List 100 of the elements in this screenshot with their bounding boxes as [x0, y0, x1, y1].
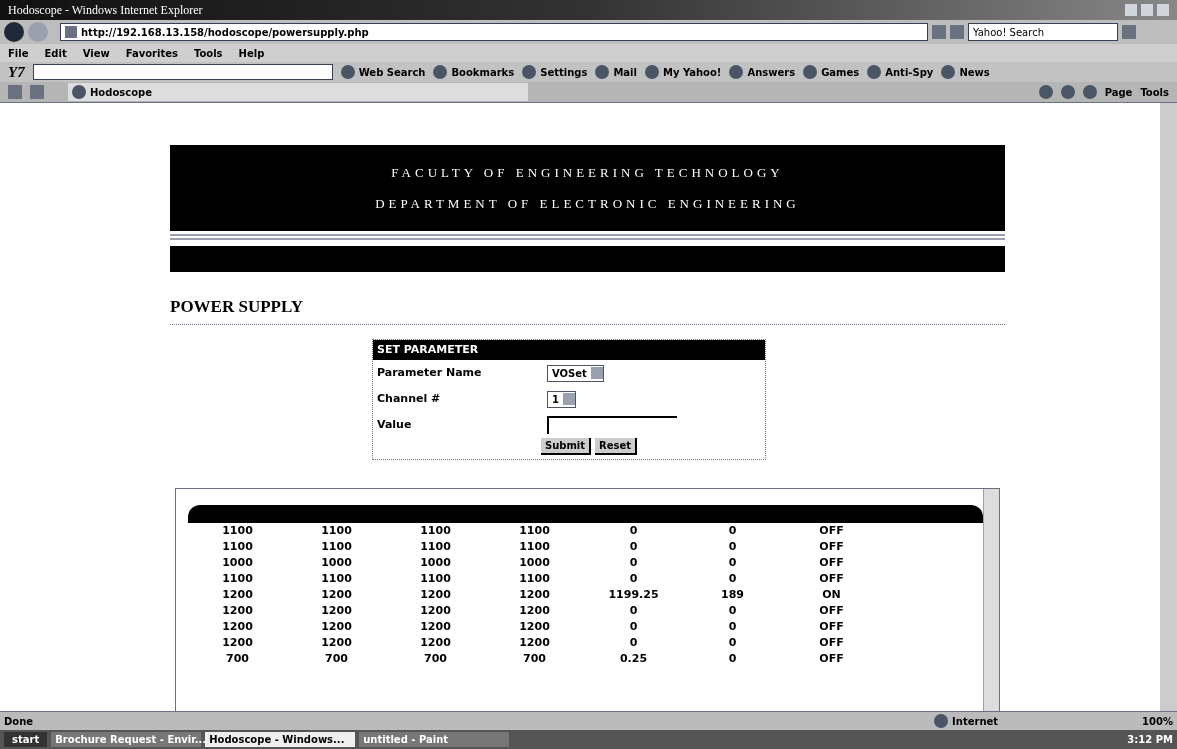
zone-text: Internet: [952, 714, 999, 729]
toolbar-item[interactable]: Mail: [613, 64, 637, 80]
table-cell-text: 1100: [320, 522, 353, 539]
table-cell-text: 1200: [518, 586, 551, 603]
start-button[interactable]: start: [4, 732, 48, 747]
table-cell-text: 1100: [221, 522, 254, 539]
table-cell-text: 1100: [320, 570, 353, 587]
field-label: Parameter Name: [377, 364, 483, 381]
command-button[interactable]: Tools: [1140, 84, 1169, 100]
menu-item[interactable]: File: [8, 45, 29, 61]
table-cell-text: 1200: [221, 618, 254, 635]
page-title: POWER SUPPLY: [170, 294, 1005, 325]
table-cell-text: 0: [727, 650, 738, 667]
form-button[interactable]: Submit: [540, 438, 592, 455]
command-button[interactable]: Page: [1104, 84, 1133, 100]
table-cell-text: 1100: [518, 570, 551, 587]
field-label: Value: [377, 416, 413, 433]
table-cell-text: 1200: [518, 602, 551, 619]
table-cell-text: 1100: [221, 538, 254, 555]
table-cell-text: 1000: [419, 554, 452, 571]
table-cell-text: OFF: [818, 570, 845, 587]
toolbar-logo[interactable]: Y7: [8, 60, 25, 84]
table-cell-text: 1200: [419, 634, 452, 651]
menu-item[interactable]: Favorites: [125, 45, 178, 61]
table-cell-text: 700: [324, 650, 349, 667]
table-cell-text: 1000: [221, 554, 254, 571]
table-cell-text: 0: [628, 618, 639, 635]
window-title: Hodoscope - Windows Internet Explorer: [8, 2, 203, 19]
table-cell-text: 700: [522, 650, 547, 667]
menu-item[interactable]: View: [82, 45, 110, 61]
select-field[interactable]: 1: [547, 390, 576, 408]
toolbar-item[interactable]: Anti-Spy: [885, 64, 934, 80]
table-cell-text: 1000: [320, 554, 353, 571]
menu-item[interactable]: Help: [238, 45, 265, 61]
form-title: SET PARAMETER: [373, 339, 765, 360]
status-text: Done: [4, 714, 34, 729]
table-cell-text: 0: [727, 554, 738, 571]
table-scrollbar[interactable]: [983, 489, 999, 711]
taskbar-button[interactable]: untitled - Paint: [359, 732, 510, 747]
toolbar-item[interactable]: Answers: [747, 64, 796, 80]
table-cell-text: 1200: [419, 602, 452, 619]
table-cell-text: 0: [727, 522, 738, 539]
page-scrollbar[interactable]: [1160, 103, 1177, 711]
address-field[interactable]: http://192.168.13.158/hodoscope/powersupply.php: [60, 23, 928, 41]
table-cell-text: 1199.25: [607, 586, 660, 603]
menu-item[interactable]: Edit: [44, 45, 67, 61]
table-cell-text: 0: [628, 602, 639, 619]
table-cell-text: 1100: [419, 538, 452, 555]
toolbar-item[interactable]: Settings: [540, 64, 588, 80]
menu-item[interactable]: Tools: [193, 45, 223, 61]
browser-tab[interactable]: Hodoscope: [68, 83, 528, 101]
header-text: FACULTY OF ENGINEERING TECHNOLOGY: [391, 163, 784, 182]
table-cell-text: 1100: [518, 538, 551, 555]
header-text: DEPARTMENT OF ELECTRONIC ENGINEERING: [375, 195, 800, 213]
table-cell-text: 0: [727, 538, 738, 555]
toolbar-item[interactable]: My Yahoo!: [662, 64, 722, 80]
form-button[interactable]: Reset: [595, 438, 638, 455]
table-cell-text: 1100: [419, 522, 452, 539]
table-cell-text: 0: [628, 634, 639, 651]
table-cell-text: 1200: [518, 634, 551, 651]
table-cell-text: OFF: [818, 522, 845, 539]
search-field[interactable]: Yahoo! Search: [968, 23, 1118, 41]
table-cell-text: 1200: [320, 634, 353, 651]
table-cell-text: 0: [727, 570, 738, 587]
clock: 3:12 PM: [1127, 733, 1173, 747]
table-cell-text: 1200: [320, 586, 353, 603]
table-cell-text: 0: [727, 634, 738, 651]
table-cell-text: 1100: [221, 570, 254, 587]
table-cell-text: 1100: [419, 570, 452, 587]
table-cell-text: 0: [727, 618, 738, 635]
table-cell-text: 1200: [320, 602, 353, 619]
table-cell-text: 1200: [221, 602, 254, 619]
table-cell-text: 0.25: [618, 650, 649, 667]
toolbar-item[interactable]: Bookmarks: [451, 64, 515, 80]
table-cell-text: 189: [720, 586, 745, 603]
toolbar-item[interactable]: News: [959, 64, 990, 80]
select-field[interactable]: VOSet: [547, 364, 604, 382]
table-cell-text: OFF: [818, 634, 845, 651]
taskbar-button[interactable]: Hodoscope - Windows...: [205, 732, 356, 747]
table-cell-text: 1200: [419, 618, 452, 635]
table-cell-text: 0: [628, 538, 639, 555]
value-field[interactable]: [547, 416, 677, 434]
table-cell-text: 1200: [221, 586, 254, 603]
table-cell-text: 1200: [419, 586, 452, 603]
toolbar-item[interactable]: Games: [821, 64, 860, 80]
table-cell-text: OFF: [818, 554, 845, 571]
zoom-level[interactable]: 100%: [1142, 713, 1173, 729]
table-cell-text: OFF: [818, 618, 845, 635]
table-cell-text: 1100: [320, 538, 353, 555]
table-cell-text: 1000: [518, 554, 551, 571]
table-cell-text: ON: [821, 586, 842, 603]
toolbar-item[interactable]: Web Search: [358, 64, 426, 80]
table-cell-text: OFF: [818, 650, 845, 667]
toolbar-search-field[interactable]: [32, 64, 333, 80]
table-cell-text: 0: [628, 570, 639, 587]
table-cell-text: 1100: [518, 522, 551, 539]
table-cell-text: 1200: [320, 618, 353, 635]
table-cell-text: 0: [628, 554, 639, 571]
table-cell-text: OFF: [818, 538, 845, 555]
field-label: Channel #: [377, 390, 442, 407]
